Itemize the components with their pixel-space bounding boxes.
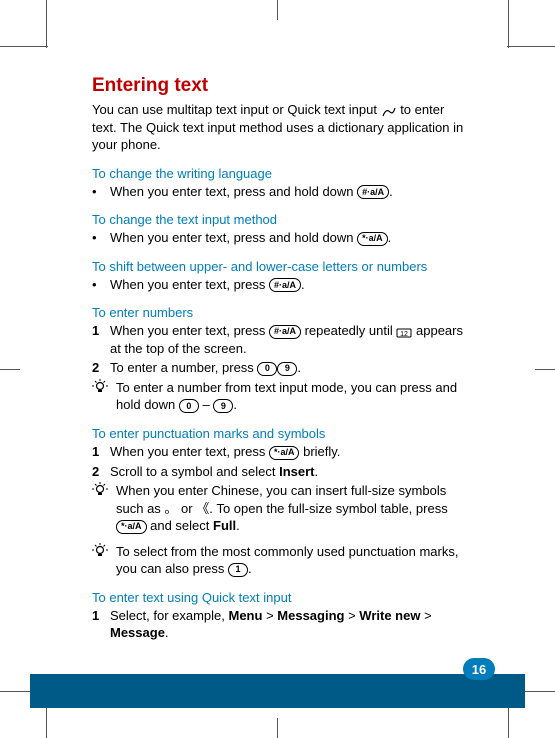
numeric-indicator-icon: 12 — [396, 326, 412, 338]
text: When you enter text, press and hold down… — [110, 183, 472, 201]
number-marker: 2 — [92, 359, 110, 377]
number-marker: 1 — [92, 607, 110, 642]
text: Scroll to a symbol and select Insert. — [110, 463, 472, 481]
quick-input-icon — [381, 105, 397, 117]
bullet-marker — [92, 276, 110, 294]
numbered-item: 1 When you enter text, press #·a/A repea… — [92, 322, 472, 357]
nine-key-icon: 9 — [277, 362, 297, 376]
text: When you enter text, press and hold down… — [110, 229, 472, 247]
tip-icon — [92, 482, 116, 535]
tip-item: To select from the most commonly used pu… — [92, 543, 472, 578]
nine-key-icon: 9 — [213, 399, 233, 413]
crop-mark — [46, 0, 47, 48]
tip-item: To enter a number from text input mode, … — [92, 379, 472, 414]
star-key-icon: *·a/A — [269, 446, 300, 460]
section-head: To change the writing language — [92, 166, 472, 181]
numbered-item: 2 To enter a number, press 09. — [92, 359, 472, 377]
crop-mark — [507, 46, 555, 47]
bullet-item: When you enter text, press and hold down… — [92, 229, 472, 247]
star-key-icon: *·a/A — [116, 520, 147, 534]
text: When you enter text, press #·a/A. — [110, 276, 472, 294]
bullet-marker — [92, 183, 110, 201]
crop-mark — [277, 0, 278, 20]
star-key-icon: *·a/A — [357, 232, 388, 246]
number-marker: 1 — [92, 443, 110, 461]
numbered-item: 2 Scroll to a symbol and select Insert. — [92, 463, 472, 481]
text: You can use multitap text input or Quick… — [92, 102, 381, 117]
bullet-item: When you enter text, press and hold down… — [92, 183, 472, 201]
text: To enter a number from text input mode, … — [116, 379, 472, 414]
tip-icon — [92, 379, 116, 414]
page-title: Entering text — [92, 75, 472, 97]
page-content: Entering text You can use multitap text … — [92, 75, 472, 644]
number-marker: 1 — [92, 322, 110, 357]
text: Select, for example, Menu > Messaging > … — [110, 607, 472, 642]
bullet-marker — [92, 229, 110, 247]
section-head: To enter text using Quick text input — [92, 590, 472, 605]
crop-mark — [535, 369, 555, 370]
tip-icon — [92, 543, 116, 578]
hash-key-icon: #·a/A — [269, 325, 301, 339]
zero-key-icon: 0 — [179, 399, 199, 413]
text: To select from the most commonly used pu… — [116, 543, 472, 578]
hash-key-icon: #·a/A — [269, 278, 301, 292]
number-marker: 2 — [92, 463, 110, 481]
one-key-icon: 1 — [228, 563, 248, 577]
text: When you enter Chinese, you can insert f… — [116, 482, 472, 535]
crop-mark — [0, 46, 48, 47]
crop-mark — [508, 0, 509, 48]
crop-mark — [0, 369, 20, 370]
hash-key-icon: #·a/A — [357, 185, 389, 199]
text: When you enter text, press *·a/A briefly… — [110, 443, 472, 461]
numbered-item: 1 When you enter text, press *·a/A brief… — [92, 443, 472, 461]
text: To enter a number, press 09. — [110, 359, 472, 377]
section-head: To shift between upper- and lower-case l… — [92, 259, 472, 274]
bullet-item: When you enter text, press #·a/A. — [92, 276, 472, 294]
intro-text: You can use multitap text input or Quick… — [92, 101, 472, 154]
footer-bar — [30, 674, 525, 708]
section-head: To enter punctuation marks and symbols — [92, 426, 472, 441]
zero-key-icon: 0 — [257, 362, 277, 376]
tip-item: When you enter Chinese, you can insert f… — [92, 482, 472, 535]
crop-mark — [277, 718, 278, 738]
text: When you enter text, press #·a/A repeate… — [110, 322, 472, 357]
svg-text:12: 12 — [400, 331, 408, 338]
section-head: To enter numbers — [92, 305, 472, 320]
section-head: To change the text input method — [92, 212, 472, 227]
page-number: 16 — [463, 658, 495, 680]
numbered-item: 1 Select, for example, Menu > Messaging … — [92, 607, 472, 642]
